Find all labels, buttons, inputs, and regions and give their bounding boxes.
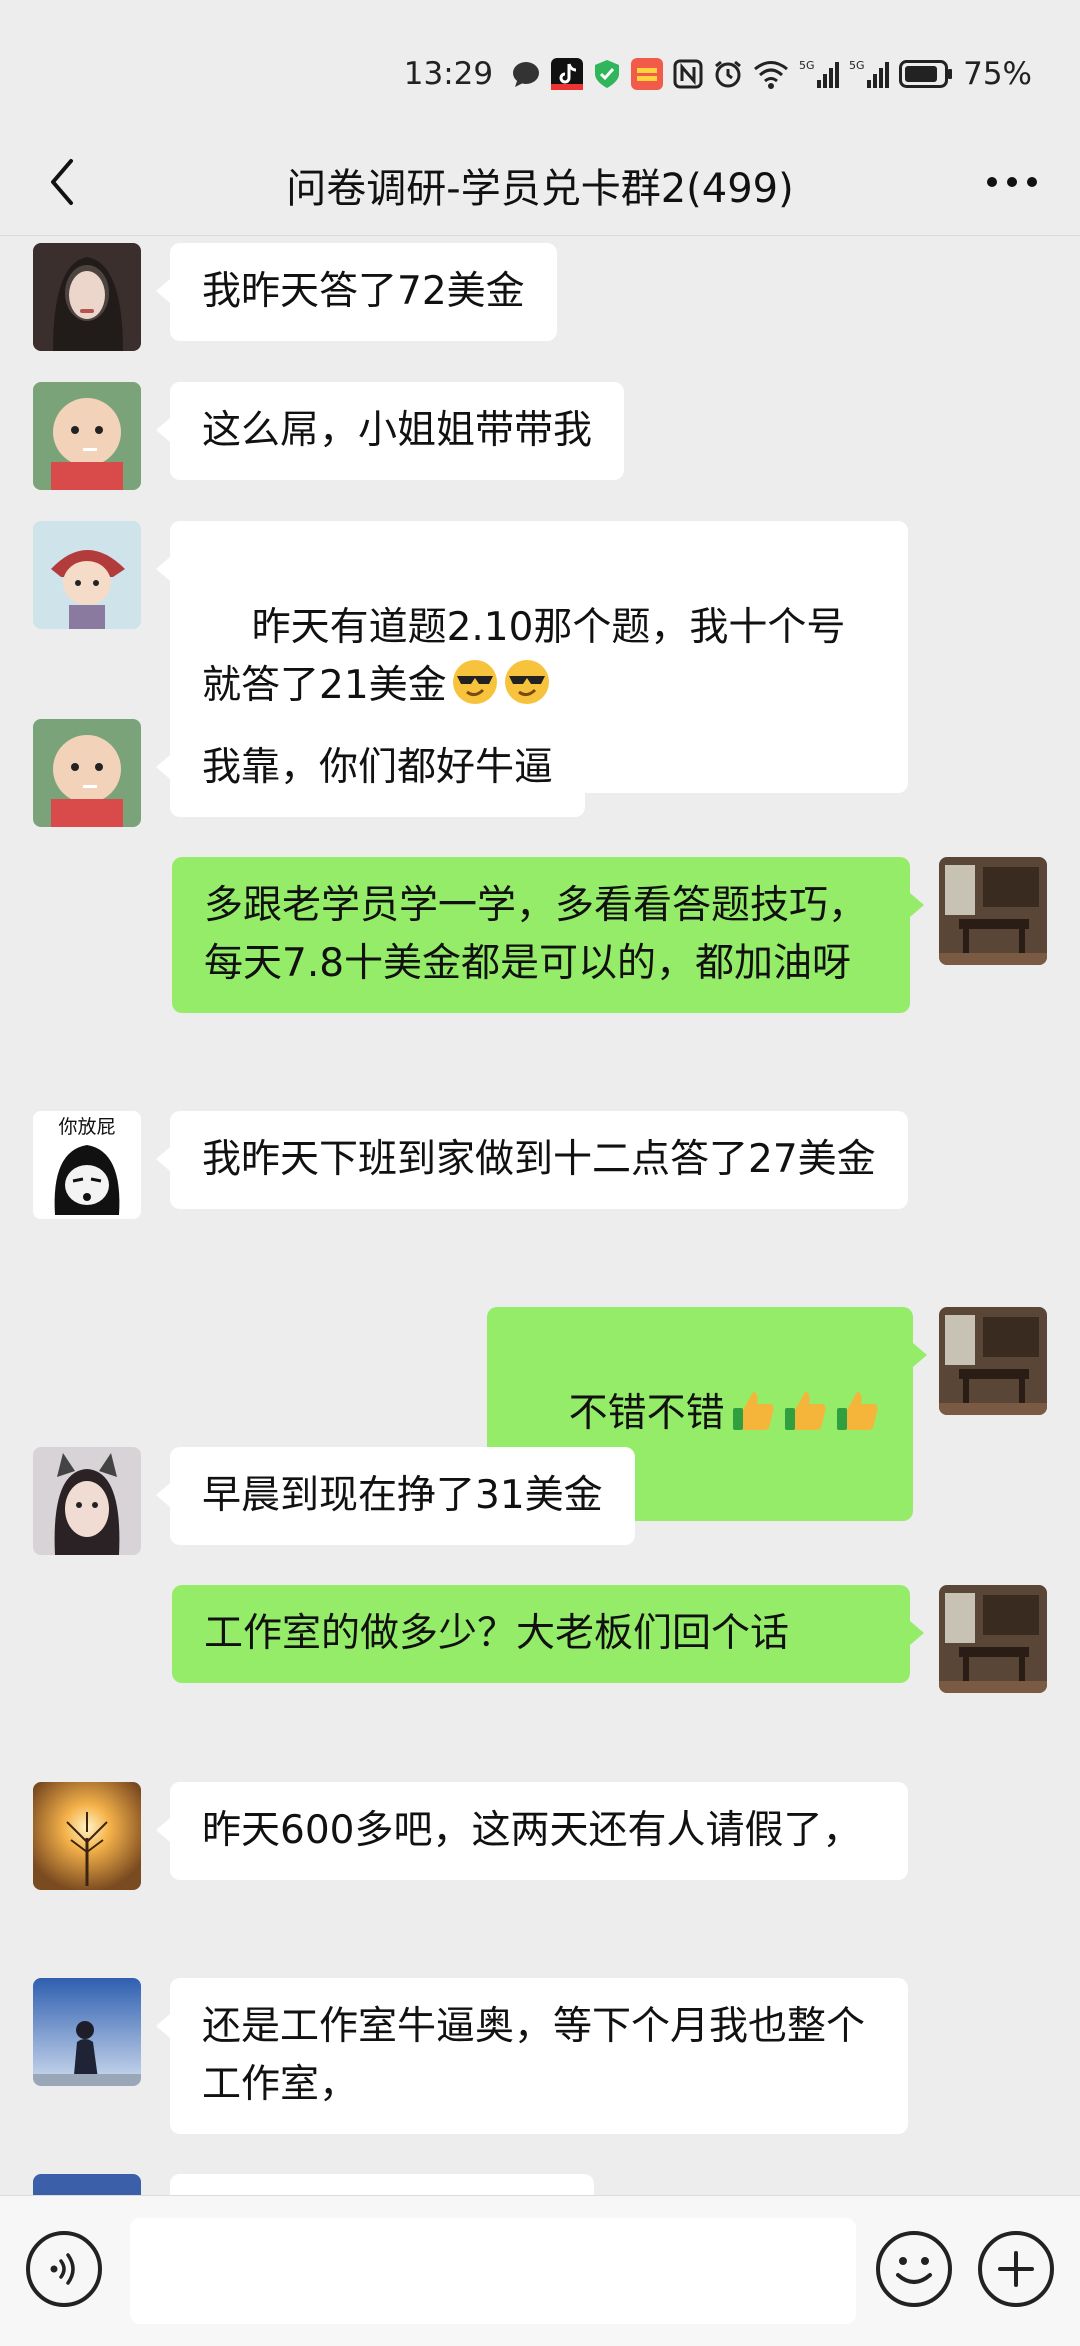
avatar[interactable] — [33, 521, 141, 629]
thumbs-up-emoji-icon — [732, 1392, 774, 1430]
signal-5g-icon-1: 5G — [799, 57, 840, 91]
more-dots-icon[interactable] — [972, 152, 1052, 212]
wifi-icon — [753, 57, 789, 91]
smiley-icon[interactable] — [876, 2231, 952, 2307]
svg-text:5G: 5G — [799, 59, 815, 72]
status-bar: 13:29 5G 5G 75% — [0, 0, 1080, 130]
input-bar — [0, 2195, 1080, 2346]
alarm-icon — [713, 57, 743, 91]
chat-bubble-icon — [511, 57, 541, 91]
thumbs-up-emoji-icon — [836, 1392, 878, 1430]
avatar-self[interactable] — [939, 1307, 1047, 1415]
avatar[interactable]: 你放屁 — [33, 1111, 141, 1219]
signal-5g-icon-2: 5G — [849, 57, 890, 91]
status-time: 13:29 — [403, 56, 494, 92]
battery-percent: 75% — [963, 56, 1032, 92]
message-bubble[interactable] — [170, 2174, 594, 2195]
avatar[interactable] — [33, 719, 141, 827]
avatar-caption: 你放屁 — [58, 1116, 115, 1138]
message-bubble[interactable]: 这么屌，小姐姐带带我 — [155, 382, 625, 480]
tiktok-icon — [551, 57, 584, 91]
message-bubble[interactable]: 还是工作室牛逼奥，等下个月我也整个工作室， — [156, 1978, 908, 2134]
message-bubble[interactable]: 我靠，你们都好牛逼 — [155, 719, 586, 817]
message-bubble[interactable]: 昨天600多吧，这两天还有人请假了， — [156, 1782, 908, 1880]
avatar[interactable] — [33, 243, 141, 351]
message-input[interactable] — [130, 2218, 856, 2324]
app-orange-icon — [631, 57, 664, 91]
avatar[interactable] — [33, 2174, 141, 2195]
message-text: 不错不错 — [568, 1391, 725, 1436]
voice-icon[interactable] — [26, 2231, 102, 2307]
message-bubble-self[interactable]: 多跟老学员学一学，多看看答题技巧，每天7.8十美金都是可以的，都加油呀 — [172, 857, 924, 1013]
avatar-self[interactable] — [939, 1585, 1047, 1693]
battery-icon — [899, 57, 953, 91]
chat-title: 问卷调研-学员兑卡群2(499) — [286, 166, 794, 212]
sunglasses-emoji-icon — [504, 660, 549, 704]
sunglasses-emoji-icon — [452, 660, 497, 704]
chat-header: 问卷调研-学员兑卡群2(499) — [0, 130, 1080, 236]
avatar[interactable] — [33, 1978, 141, 2086]
avatar-self[interactable] — [939, 857, 1047, 965]
avatar[interactable] — [33, 1782, 141, 1890]
plus-icon[interactable] — [978, 2231, 1054, 2307]
message-bubble[interactable]: 我昨天答了72美金 — [156, 243, 557, 341]
status-icons: 13:29 5G 5G 75% — [404, 52, 1032, 96]
message-bubble[interactable]: 早晨到现在挣了31美金 — [156, 1447, 635, 1545]
message-bubble[interactable]: 我昨天下班到家做到十二点答了27美金 — [156, 1111, 908, 1209]
shield-icon — [593, 57, 621, 91]
nfc-icon — [673, 57, 703, 91]
avatar[interactable] — [33, 382, 141, 490]
thumbs-up-emoji-icon — [784, 1392, 826, 1430]
svg-text:5G: 5G — [849, 59, 865, 72]
message-bubble-self[interactable]: 工作室的做多少？大老板们回个话 — [172, 1585, 924, 1683]
avatar[interactable] — [33, 1447, 141, 1555]
